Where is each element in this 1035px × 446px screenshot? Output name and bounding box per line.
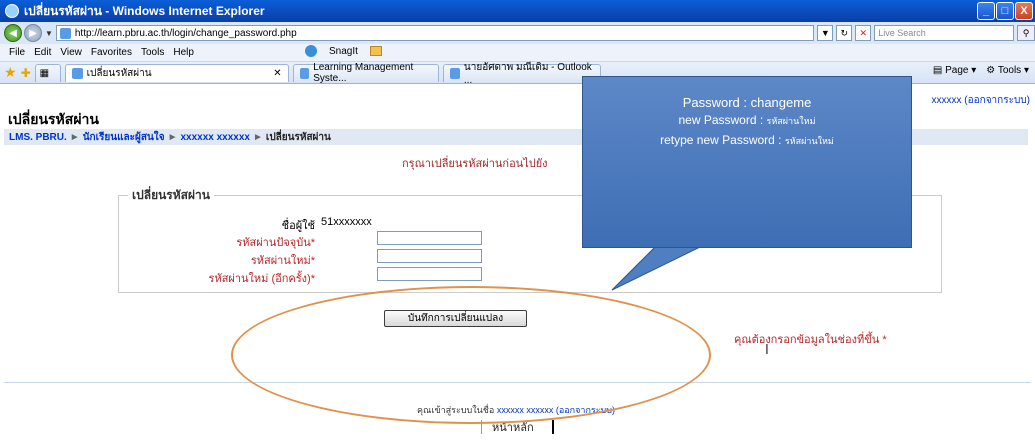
page-menu-button[interactable]: ▤ Page ▾ bbox=[933, 65, 976, 76]
stop-icon[interactable]: ✕ bbox=[855, 25, 872, 41]
history-dropdown-icon[interactable]: ▼ bbox=[45, 29, 53, 38]
username-value: 51xxxxxxx bbox=[321, 216, 372, 228]
username-label: ชื่อผู้ใช้ bbox=[281, 220, 315, 232]
breadcrumb-section[interactable]: นักเรียนและผู้สนใจ bbox=[83, 130, 165, 145]
tab-change-password[interactable]: เปลี่ยนรหัสผ่าน ✕ bbox=[64, 63, 289, 82]
favorites-star-icon[interactable]: ★ bbox=[4, 64, 17, 81]
callout-retype-label: retype new Password : bbox=[660, 133, 782, 147]
add-favorites-icon[interactable]: ✚ bbox=[21, 66, 31, 80]
snagit-toolbar[interactable]: SnagIt bbox=[296, 45, 382, 57]
annotation-callout: Password : changeme new Password : รหัสผ… bbox=[582, 76, 912, 248]
breadcrumb-separator-icon: ► bbox=[167, 131, 178, 143]
command-bar: ▤ Page ▾ ⚙ Tools ▾ bbox=[933, 65, 1029, 76]
back-button[interactable]: ◀ bbox=[4, 24, 22, 42]
forward-button[interactable]: ▶ bbox=[23, 24, 42, 42]
window-title: เปลี่ยนรหัสผ่าน - Windows Internet Explo… bbox=[24, 3, 265, 18]
url-dropdown-icon[interactable]: ▼ bbox=[817, 25, 834, 41]
breadcrumb-current: เปลี่ยนรหัสผ่าน bbox=[265, 131, 331, 143]
tab-outlook[interactable]: นายอัศดาพ มณีเดิม - Outlook ... bbox=[442, 62, 601, 86]
fieldset-legend: เปลี่ยนรหัสผ่าน bbox=[128, 186, 214, 205]
close-tab-icon[interactable]: ✕ bbox=[265, 68, 281, 79]
tools-menu-label: Tools bbox=[997, 65, 1022, 76]
page-menu-label: Page bbox=[945, 65, 969, 76]
login-info-link[interactable]: xxxxxx (ออกจากระบบ) bbox=[932, 93, 1030, 108]
window-controls: _ □ X bbox=[977, 2, 1033, 20]
callout-line-password: Password : changeme bbox=[682, 95, 812, 110]
search-icon[interactable]: ⚲ bbox=[1017, 25, 1035, 41]
breadcrumb-separator-icon: ► bbox=[253, 131, 263, 143]
retype-password-label: รหัสผ่านใหม่ (อีกครั้ง)* bbox=[208, 273, 315, 285]
snagit-label: SnagIt bbox=[329, 45, 358, 57]
tab-label: นายอัศดาพ มณีเดิม - Outlook ... bbox=[463, 62, 592, 86]
tab-page-icon bbox=[71, 67, 83, 79]
breadcrumb-home[interactable]: LMS. PBRU. bbox=[9, 132, 67, 143]
menu-favorites[interactable]: Favorites bbox=[91, 47, 132, 58]
search-placeholder: Live Search bbox=[878, 28, 926, 38]
snagit-capture-icon[interactable] bbox=[369, 46, 382, 56]
snagit-icon bbox=[305, 45, 317, 57]
new-password-label: รหัสผ่านใหม่* bbox=[250, 255, 315, 267]
menu-edit[interactable]: Edit bbox=[34, 47, 51, 58]
tab-label: เปลี่ยนรหัสผ่าน bbox=[86, 67, 152, 79]
callout-line-retype: retype new Password : รหัสผ่านใหม่ bbox=[583, 133, 911, 148]
page-title: เปลี่ยนรหัสผ่าน bbox=[8, 111, 99, 127]
required-fields-note: คุณต้องกรอกข้อมูลในช่องที่ขึ้น * bbox=[734, 334, 887, 346]
home-right-divider bbox=[551, 420, 554, 434]
retype-password-input[interactable] bbox=[377, 267, 482, 281]
text-cursor-icon: Ⅰ bbox=[765, 342, 769, 357]
window-title-bar: เปลี่ยนรหัสผ่าน - Windows Internet Explo… bbox=[0, 0, 1035, 22]
tab-page-icon bbox=[299, 67, 310, 79]
menu-view[interactable]: View bbox=[60, 47, 82, 58]
callout-retype-value: รหัสผ่านใหม่ bbox=[784, 136, 834, 146]
current-password-label: รหัสผ่านปัจจุบัน* bbox=[236, 237, 315, 249]
page-icon bbox=[59, 27, 71, 39]
change-password-notice: กรุณาเปลี่ยนรหัสผ่านก่อนไปยัง bbox=[402, 158, 548, 170]
close-window-button[interactable]: X bbox=[1015, 2, 1033, 20]
breadcrumb-separator-icon: ► bbox=[69, 131, 80, 143]
maximize-button[interactable]: □ bbox=[996, 2, 1014, 20]
ie-icon bbox=[5, 4, 19, 18]
tools-menu-button[interactable]: ⚙ Tools ▾ bbox=[986, 65, 1029, 76]
current-password-input[interactable] bbox=[377, 231, 482, 245]
new-password-input[interactable] bbox=[377, 249, 482, 263]
tab-lms[interactable]: Learning Management Syste... bbox=[292, 62, 439, 84]
url-text: http://learn.pbru.ac.th/login/change_pas… bbox=[74, 27, 297, 39]
url-field[interactable]: http://learn.pbru.ac.th/login/change_pas… bbox=[55, 25, 815, 41]
search-input[interactable]: Live Search bbox=[874, 25, 1015, 41]
refresh-icon[interactable]: ↻ bbox=[836, 25, 853, 41]
highlight-ellipse bbox=[231, 286, 711, 424]
minimize-button[interactable]: _ bbox=[977, 2, 995, 20]
callout-new-label: new Password : bbox=[678, 113, 764, 127]
quick-tabs-icon[interactable]: ▦ bbox=[34, 63, 61, 82]
breadcrumb-user[interactable]: xxxxxx xxxxxx bbox=[180, 132, 250, 143]
menu-tools[interactable]: Tools bbox=[141, 47, 164, 58]
address-bar: ◀ ▶ ▼ http://learn.pbru.ac.th/login/chan… bbox=[0, 22, 1035, 44]
callout-line-new: new Password : รหัสผ่านใหม่ bbox=[583, 113, 911, 128]
menu-help[interactable]: Help bbox=[173, 47, 194, 58]
callout-new-value: รหัสผ่านใหม่ bbox=[766, 116, 816, 126]
menu-file[interactable]: File bbox=[9, 47, 25, 58]
tab-label: Learning Management Syste... bbox=[313, 62, 414, 84]
tab-page-icon bbox=[449, 67, 460, 79]
